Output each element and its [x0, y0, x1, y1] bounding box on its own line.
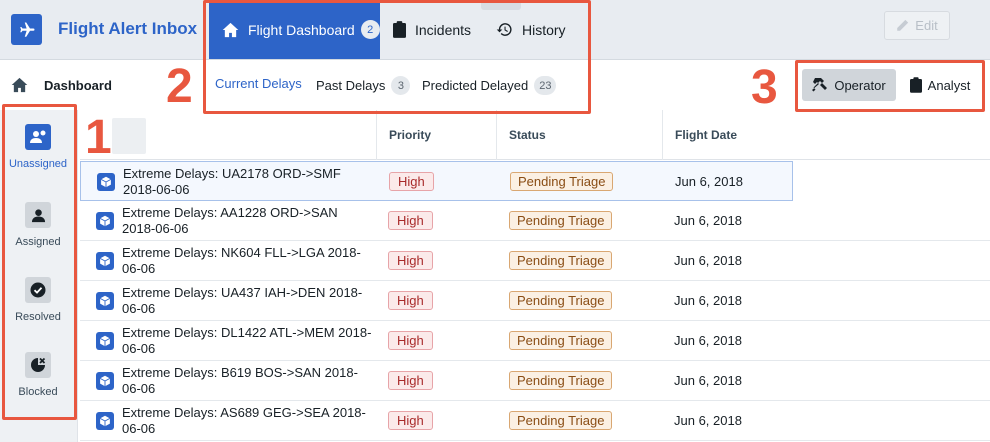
check-circle-icon — [25, 277, 51, 303]
status-badge: Pending Triage — [509, 251, 613, 270]
status-badge: Pending Triage — [509, 331, 613, 350]
tab-label: Flight Dashboard — [248, 21, 355, 38]
status-badge: Pending Triage — [509, 211, 613, 230]
status-badge: Pending Triage — [509, 411, 613, 430]
breadcrumb: Dashboard — [44, 78, 112, 93]
subtab-count-badge: 3 — [391, 76, 411, 95]
table-header: Priority Status Flight Date — [80, 110, 990, 160]
alert-name[interactable]: Extreme Delays: DL1422 ATL->MEM 2018-06-… — [122, 325, 372, 357]
edit-label: Edit — [915, 18, 938, 33]
flight-date: Jun 6, 2018 — [674, 413, 742, 428]
priority-badge: High — [389, 172, 434, 191]
subtab-label: Past Delays — [316, 78, 386, 93]
table-row[interactable]: Extreme Delays: DL1422 ATL->MEM 2018-06-… — [80, 321, 990, 361]
flight-date: Jun 6, 2018 — [674, 253, 742, 268]
alert-name[interactable]: Extreme Delays: UA437 IAH->DEN 2018-06-0… — [122, 285, 372, 317]
subtab-predicted-delayed[interactable]: Predicted Delayed 23 — [422, 76, 557, 95]
column-header-status[interactable]: Status — [496, 110, 662, 160]
priority-badge: High — [388, 371, 433, 390]
alert-cube-icon — [96, 332, 114, 350]
clipboard-icon — [909, 77, 922, 93]
alert-cube-icon — [96, 292, 114, 310]
priority-badge: High — [388, 291, 433, 310]
alert-cube-icon — [96, 412, 114, 430]
nav-item-resolved[interactable]: Resolved — [4, 277, 72, 335]
role-switcher: Operator Analyst — [802, 69, 982, 101]
home-icon — [222, 22, 239, 38]
table-row[interactable]: Extreme Delays: UA2178 ORD->SMF 2018-06-… — [80, 161, 793, 201]
nav-item-blocked[interactable]: Blocked — [4, 352, 72, 410]
flight-date: Jun 6, 2018 — [674, 333, 742, 348]
table-row[interactable]: Extreme Delays: AA1228 ORD->SAN 2018-06-… — [80, 201, 990, 241]
alert-name[interactable]: Extreme Delays: AA1228 ORD->SAN 2018-06-… — [122, 205, 372, 237]
top-bar: Flight Alert Inbox Flight Dashboard 2 In… — [0, 0, 990, 60]
alert-cube-icon — [96, 212, 114, 230]
table-row[interactable]: Extreme Delays: NK604 FLL->LGA 2018-06-0… — [80, 241, 990, 281]
tab-history[interactable]: History — [496, 0, 581, 59]
status-badge: Pending Triage — [509, 291, 613, 310]
flight-date: Jun 6, 2018 — [674, 373, 742, 388]
subtab-past-delays[interactable]: Past Delays 3 — [316, 76, 411, 95]
user-icon — [25, 202, 51, 228]
subtab-current-delays[interactable]: Current Delays — [215, 76, 302, 91]
app-title: Flight Alert Inbox — [58, 19, 198, 38]
tab-label: Incidents — [415, 21, 472, 38]
tab-incidents[interactable]: Incidents — [393, 0, 483, 59]
subtab-label: Predicted Delayed — [422, 78, 529, 93]
blocked-icon — [25, 352, 51, 378]
nav-item-assigned[interactable]: Assigned — [4, 202, 72, 260]
analyst-button[interactable]: Analyst — [898, 69, 982, 101]
priority-badge: High — [388, 251, 433, 270]
table-row[interactable]: Extreme Delays: UA437 IAH->DEN 2018-06-0… — [80, 281, 990, 321]
table-row[interactable]: Extreme Delays: B619 BOS->SAN 2018-06-06… — [80, 361, 990, 401]
operator-button[interactable]: Operator — [802, 69, 896, 101]
left-nav: Unassigned Assigned Resolved Blocked — [0, 110, 78, 442]
annotation-number-2: 2 — [166, 60, 193, 113]
annotation-number-1: 1 — [85, 111, 112, 164]
alerts-table: Priority Status Flight Date Extreme Dela… — [80, 110, 990, 442]
pencil-icon — [897, 19, 909, 31]
flight-date: Jun 6, 2018 — [674, 293, 742, 308]
alert-name[interactable]: Extreme Delays: NK604 FLL->LGA 2018-06-0… — [122, 245, 372, 277]
annotation-number-3: 3 — [751, 61, 778, 114]
role-label: Operator — [834, 77, 886, 93]
alert-cube-icon — [96, 372, 114, 390]
nav-label: Unassigned — [8, 158, 68, 170]
status-badge: Pending Triage — [509, 371, 613, 390]
hammer-icon — [812, 78, 828, 92]
priority-badge: High — [388, 411, 433, 430]
table-row[interactable]: Extreme Delays: AS689 GEG->SEA 2018-06-0… — [80, 401, 990, 441]
history-icon — [496, 21, 513, 38]
header-placeholder — [112, 118, 146, 154]
alert-name[interactable]: Extreme Delays: AS689 GEG->SEA 2018-06-0… — [122, 405, 372, 437]
status-badge: Pending Triage — [510, 172, 614, 191]
alert-cube-icon — [97, 173, 115, 191]
airplane-icon[interactable] — [11, 14, 42, 45]
priority-badge: High — [388, 211, 433, 230]
alert-name[interactable]: Extreme Delays: UA2178 ORD->SMF 2018-06-… — [123, 166, 373, 198]
alert-name[interactable]: Extreme Delays: B619 BOS->SAN 2018-06-06 — [122, 365, 372, 397]
home-icon[interactable] — [11, 77, 28, 96]
subtab-count-badge: 23 — [534, 76, 557, 95]
subtab-label: Current Delays — [215, 76, 302, 91]
unassigned-user-icon — [25, 124, 51, 150]
nav-label: Assigned — [15, 236, 61, 248]
flight-date: Jun 6, 2018 — [675, 174, 743, 189]
tab-count-badge: 2 — [360, 20, 380, 39]
tab-flight-dashboard[interactable]: Flight Dashboard 2 — [209, 0, 380, 59]
nav-item-unassigned[interactable]: Unassigned — [4, 124, 72, 182]
column-header-priority[interactable]: Priority — [376, 110, 496, 160]
edit-button[interactable]: Edit — [884, 11, 950, 40]
alert-cube-icon — [96, 252, 114, 270]
column-header-flight-date[interactable]: Flight Date — [662, 110, 822, 160]
clipboard-icon — [393, 21, 406, 38]
nav-label: Resolved — [15, 311, 61, 323]
tab-label: History — [522, 21, 566, 38]
priority-badge: High — [388, 331, 433, 350]
flight-date: Jun 6, 2018 — [674, 213, 742, 228]
nav-label: Blocked — [18, 386, 58, 398]
role-label: Analyst — [927, 77, 971, 93]
